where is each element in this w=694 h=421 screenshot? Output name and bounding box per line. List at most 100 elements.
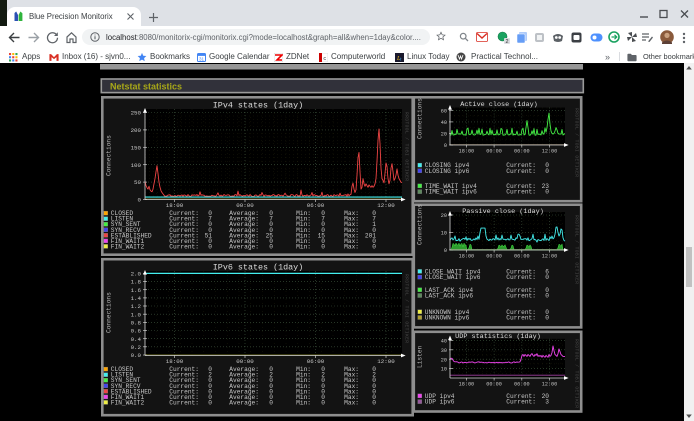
svg-text:Min:: Min: [296, 243, 311, 250]
svg-text:30: 30 [441, 348, 447, 354]
svg-text:0: 0 [444, 143, 447, 149]
svg-text:Current:: Current: [506, 293, 536, 300]
svg-text:TIME_WAIT ipv6: TIME_WAIT ipv6 [425, 189, 477, 196]
svg-text:150: 150 [131, 144, 142, 151]
svg-text:CLOSING ipv6: CLOSING ipv6 [425, 168, 470, 175]
svg-text:1.4: 1.4 [131, 295, 142, 302]
svg-text:0.0: 0.0 [131, 352, 142, 359]
svg-text:2: 2 [505, 39, 508, 44]
svg-text:RRDTOOL / TOBI OETIKER: RRDTOOL / TOBI OETIKER [573, 215, 579, 284]
svg-text:1.2: 1.2 [131, 303, 142, 310]
svg-text:18:00: 18:00 [459, 254, 475, 260]
svg-text:RRDTOOL / TOBI OETIKER: RRDTOOL / TOBI OETIKER [403, 112, 409, 181]
svg-text:Current:: Current: [506, 399, 536, 406]
svg-text:Passive close (1day): Passive close (1day) [462, 208, 544, 216]
svg-text:40: 40 [441, 120, 447, 126]
svg-text:00:00: 00:00 [486, 149, 502, 155]
svg-text:3: 3 [545, 399, 549, 406]
svg-text:0: 0 [545, 274, 549, 281]
svg-text:CLOSE_WAIT ipv6: CLOSE_WAIT ipv6 [425, 274, 481, 281]
svg-text:50: 50 [134, 179, 141, 186]
svg-text:UNKNOWN ipv6: UNKNOWN ipv6 [425, 315, 470, 322]
svg-text:1.0: 1.0 [131, 311, 142, 318]
svg-text:12:00: 12:00 [542, 149, 558, 155]
svg-text:Average:: Average: [229, 243, 259, 250]
svg-text:12:00: 12:00 [377, 202, 395, 209]
svg-text:20: 20 [441, 213, 447, 219]
svg-text:0: 0 [321, 399, 325, 406]
svg-text:20: 20 [441, 132, 447, 138]
svg-text:0: 0 [208, 399, 212, 406]
svg-text:LAST_ACK ipv6: LAST_ACK ipv6 [425, 293, 474, 300]
svg-text:UDP statistics (1day): UDP statistics (1day) [455, 333, 541, 341]
svg-text:0.6: 0.6 [131, 328, 142, 335]
svg-text:10: 10 [441, 367, 447, 373]
svg-text:18:00: 18:00 [459, 149, 475, 155]
svg-text:Netstat statistics: Netstat statistics [110, 81, 182, 91]
svg-text:20: 20 [441, 357, 447, 363]
svg-text:18:00: 18:00 [166, 358, 184, 365]
svg-text:12:00: 12:00 [377, 358, 395, 365]
svg-text:250: 250 [131, 110, 142, 117]
svg-text:Active close (1day): Active close (1day) [460, 101, 538, 109]
svg-text:FIN_WAIT2: FIN_WAIT2 [111, 399, 145, 406]
svg-text:100: 100 [131, 162, 142, 169]
svg-text:00:00: 00:00 [486, 382, 502, 388]
svg-text:0: 0 [545, 315, 549, 322]
svg-text:0: 0 [269, 399, 273, 406]
svg-text:RRDTOOL / TOBI OETIKER: RRDTOOL / TOBI OETIKER [573, 339, 579, 408]
svg-text:0: 0 [444, 248, 447, 254]
svg-text:Connections: Connections [106, 292, 113, 333]
svg-text:0: 0 [269, 243, 273, 250]
svg-text:UDP ipv6: UDP ipv6 [425, 399, 455, 406]
svg-text:Connections: Connections [106, 135, 113, 176]
svg-text:1.8: 1.8 [131, 279, 142, 286]
svg-text:Current:: Current: [506, 315, 536, 322]
svg-text:1.6: 1.6 [131, 287, 142, 294]
svg-text:Current:: Current: [506, 189, 536, 196]
svg-text:IPv4 states (1day): IPv4 states (1day) [213, 100, 303, 110]
svg-text:06:00: 06:00 [307, 358, 325, 365]
svg-text:Current:: Current: [169, 399, 199, 406]
svg-text:FIN_WAIT2: FIN_WAIT2 [111, 243, 145, 250]
svg-text:Current:: Current: [169, 243, 199, 250]
svg-text:RRDTOOL / TOBI OETIKER: RRDTOOL / TOBI OETIKER [403, 274, 409, 343]
svg-text:40: 40 [441, 339, 447, 345]
svg-text:0: 0 [545, 168, 549, 175]
svg-text:00:00: 00:00 [236, 358, 254, 365]
svg-text:00:00: 00:00 [236, 202, 254, 209]
svg-text:Listen: Listen [417, 345, 424, 368]
svg-text:18:00: 18:00 [459, 382, 475, 388]
svg-text:60: 60 [441, 108, 447, 114]
svg-text:Current:: Current: [506, 274, 536, 281]
svg-text:12:00: 12:00 [542, 254, 558, 260]
svg-text:0: 0 [321, 243, 325, 250]
svg-text:06:00: 06:00 [514, 382, 530, 388]
svg-text:00:00: 00:00 [486, 254, 502, 260]
svg-text:0.8: 0.8 [131, 320, 142, 327]
svg-text:31: 31 [199, 56, 205, 61]
svg-text:200: 200 [131, 127, 142, 134]
svg-text:06:00: 06:00 [514, 149, 530, 155]
svg-text:IPv6 states (1day): IPv6 states (1day) [213, 263, 303, 273]
svg-text:Min:: Min: [296, 399, 311, 406]
svg-text:0: 0 [208, 243, 212, 250]
svg-text:2.0: 2.0 [131, 271, 142, 278]
svg-text:0.2: 0.2 [131, 344, 142, 351]
svg-text:Max:: Max: [344, 399, 359, 406]
svg-text:12:00: 12:00 [542, 382, 558, 388]
svg-text:Current:: Current: [506, 168, 536, 175]
svg-text:0.4: 0.4 [131, 336, 142, 343]
svg-text:RRDTOOL / TOBI OETIKER: RRDTOOL / TOBI OETIKER [573, 108, 579, 177]
svg-text:06:00: 06:00 [514, 254, 530, 260]
svg-text:Connections: Connections [417, 204, 424, 245]
svg-text:Connections: Connections [417, 98, 424, 139]
svg-text:0: 0 [545, 189, 549, 196]
svg-text:0: 0 [545, 293, 549, 300]
svg-text:0: 0 [372, 243, 376, 250]
svg-text:Max:: Max: [344, 243, 359, 250]
svg-text:0: 0 [372, 399, 376, 406]
svg-text:10: 10 [441, 231, 447, 237]
svg-text:c: c [323, 56, 326, 62]
svg-text:06:00: 06:00 [307, 202, 325, 209]
